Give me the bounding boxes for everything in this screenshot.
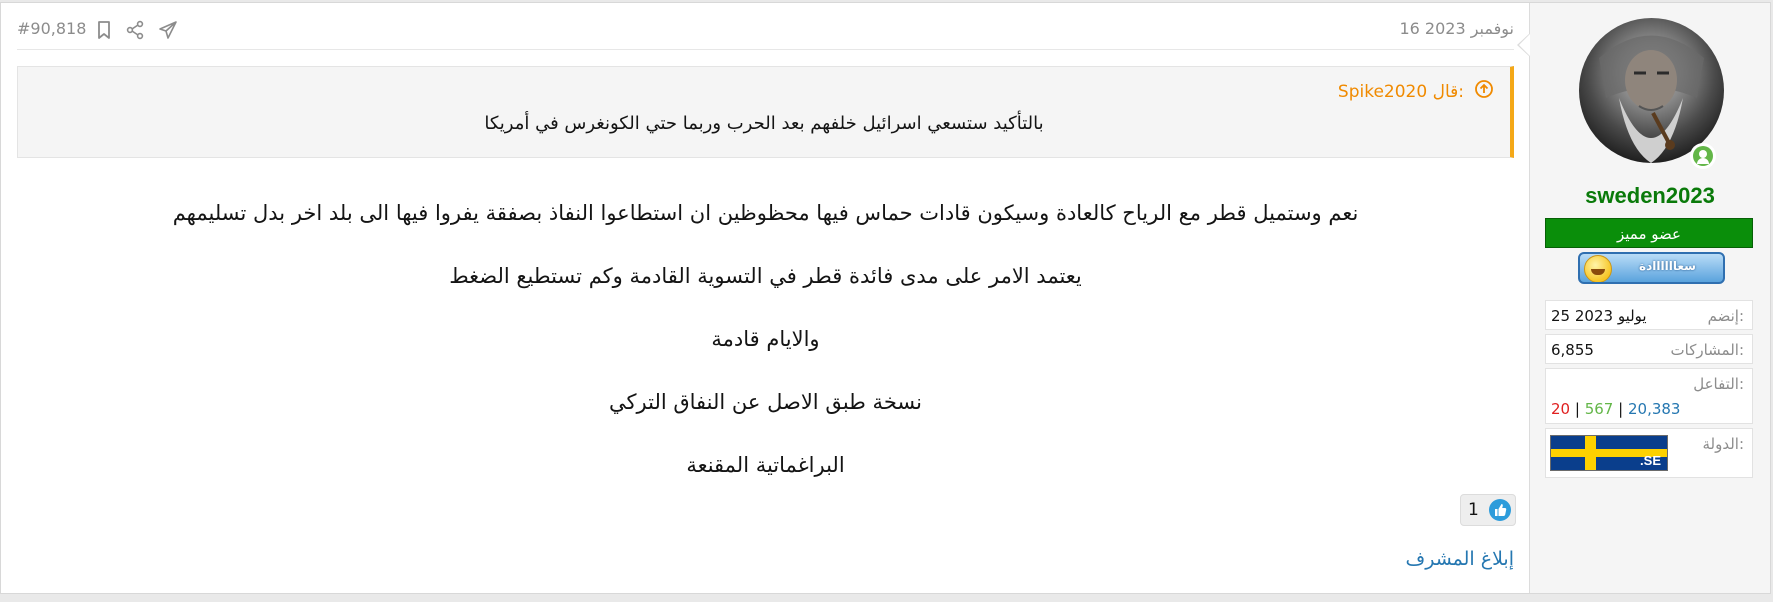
online-status-icon — [1690, 143, 1716, 169]
stat-joined: إنضم: 25 يوليو 2023 — [1545, 300, 1753, 330]
stat-label: التفاعل: — [1693, 375, 1744, 393]
username[interactable]: sweden2023 — [1530, 183, 1770, 209]
flag-text: .SE — [1640, 453, 1661, 468]
reaction-score: 20 | 567 | 20,383 — [1551, 400, 1681, 418]
reactions-summary[interactable]: 1 — [1460, 494, 1516, 526]
post-paragraph: البراغماتية المقنعة — [686, 453, 845, 477]
post-main: #90,818 16 نوفمبر 2023 Spike2020 قال: با… — [1, 3, 1530, 593]
quote-block: Spike2020 قال: بالتأكيد ستسعي اسرائيل خل… — [17, 66, 1514, 158]
share-icon[interactable] — [125, 20, 145, 40]
award-banner: سعاااااادة — [1578, 252, 1725, 284]
stat-country: الدولة: .SE — [1545, 428, 1753, 478]
post-paragraph: يعتمد الامر على مدى فائدة قطر في التسوية… — [449, 264, 1082, 288]
quote-attribution[interactable]: Spike2020 قال: — [1338, 79, 1494, 104]
post-date[interactable]: 16 نوفمبر 2023 — [1399, 19, 1514, 38]
post-number-link[interactable]: #90,818 — [17, 19, 86, 38]
post-paragraph: والايام قادمة — [711, 327, 820, 351]
send-icon[interactable] — [158, 20, 178, 40]
sweden-flag-icon: .SE — [1550, 435, 1668, 471]
quote-text: بالتأكيد ستسعي اسرائيل خلفهم بعد الحرب و… — [484, 113, 1044, 134]
stat-posts: المشاركات: 6,855 — [1545, 334, 1753, 364]
stat-reactions: التفاعل: 20 | 567 | 20,383 — [1545, 368, 1753, 424]
report-link[interactable]: إبلاغ المشرف — [1406, 548, 1514, 570]
post-paragraph: نعم وستميل قطر مع الرياح كالعادة وسيكون … — [172, 201, 1359, 225]
post-container: #90,818 16 نوفمبر 2023 Spike2020 قال: با… — [0, 2, 1771, 594]
quote-author[interactable]: Spike2020 قال: — [1338, 82, 1464, 102]
reaction-negative: 20 — [1551, 400, 1571, 418]
stat-value[interactable]: 6,855 — [1551, 341, 1594, 359]
stat-value: 25 يوليو 2023 — [1551, 307, 1647, 325]
stat-label: إنضم: — [1707, 307, 1744, 325]
post-body: نعم وستميل قطر مع الرياح كالعادة وسيكون … — [17, 199, 1514, 514]
reaction-count: 1 — [1468, 500, 1479, 520]
user-panel: sweden2023 عضو مميز سعاااااادة إنضم: 25 … — [1517, 3, 1770, 593]
post-header: #90,818 16 نوفمبر 2023 — [17, 3, 1514, 50]
reaction-positive: 20,383 — [1627, 400, 1681, 418]
stat-label: المشاركات: — [1670, 341, 1745, 359]
bookmark-icon[interactable] — [94, 20, 114, 40]
smiley-icon — [1584, 255, 1612, 282]
post-paragraph: نسخة طبق الاصل عن النفاق التركي — [609, 390, 922, 414]
arrow-up-circle-icon[interactable] — [1474, 79, 1494, 104]
stat-label: الدولة: — [1702, 435, 1744, 453]
reaction-neutral: 567 — [1584, 400, 1614, 418]
like-icon — [1489, 499, 1511, 521]
award-text: سعاااااادة — [1639, 259, 1696, 273]
user-rank-badge: عضو مميز — [1545, 218, 1753, 248]
user-stats: إنضم: 25 يوليو 2023 المشاركات: 6,855 الت… — [1545, 300, 1753, 482]
avatar[interactable] — [1579, 18, 1724, 163]
panel-arrow — [1517, 33, 1530, 57]
